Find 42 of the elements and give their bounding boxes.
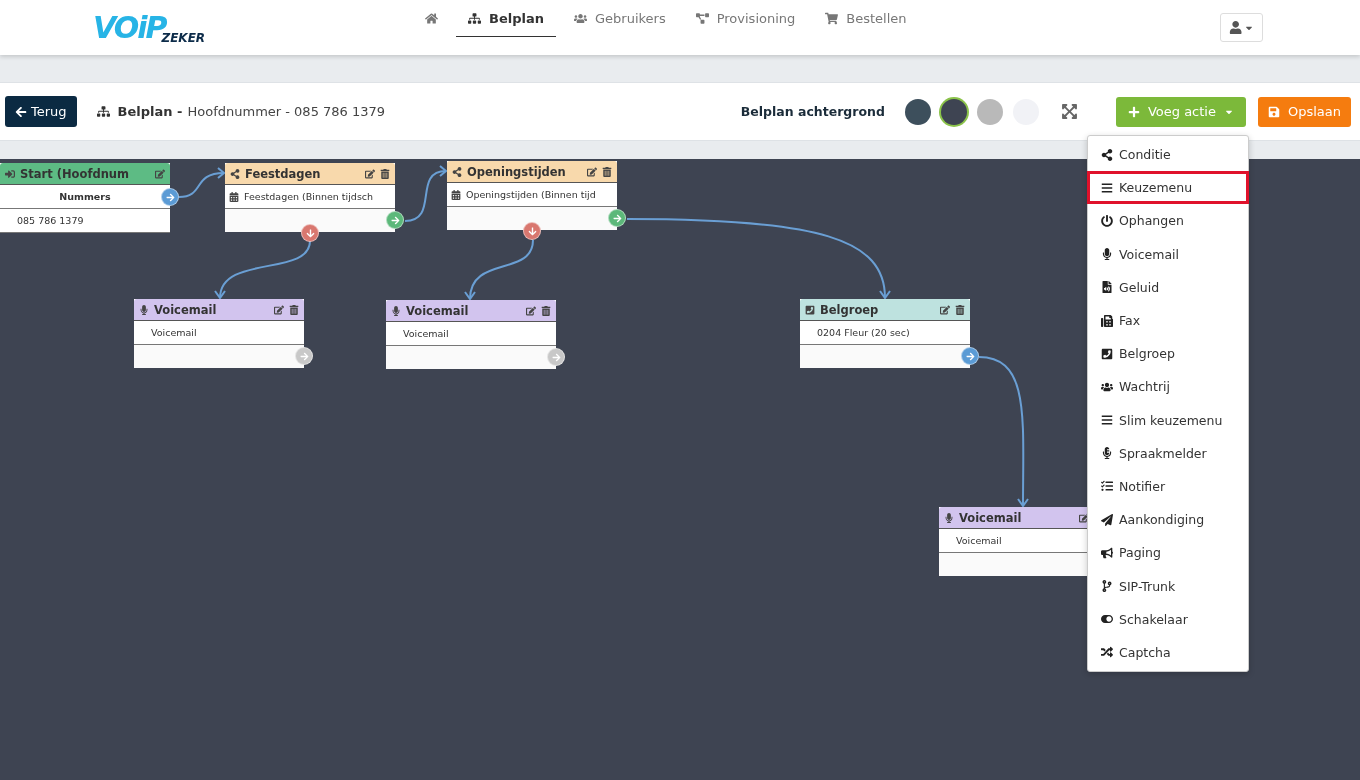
nav-link[interactable]: Belplan [456, 0, 556, 37]
node-row-text: Feestdagen (Binnen tijdsch [244, 191, 374, 202]
node-title: Openingstijden [467, 164, 567, 179]
flow-node[interactable]: Voicemail Voicemail [134, 299, 304, 368]
flow-node[interactable]: Feestdagen Feestdagen (Binnen tijdsch [225, 163, 395, 232]
node-row-text: Openingstijden (Binnen tijd [466, 189, 596, 200]
menu-item[interactable]: Belgroep [1087, 337, 1249, 371]
flow-node[interactable]: Belgroep 0204 Fleur (20 sec) [800, 299, 970, 368]
node-title: Feestdagen [245, 166, 322, 181]
node-row-text: Voicemail [403, 328, 449, 339]
node-title: Voicemail [959, 510, 1023, 525]
menu-item[interactable]: Voicemail [1087, 237, 1249, 271]
menu-item[interactable]: Geluid [1087, 270, 1249, 304]
node-row-text: Voicemail [956, 535, 1002, 546]
menu-item[interactable]: Conditie [1087, 138, 1249, 172]
menu-item[interactable]: Slim keuzemenu [1087, 403, 1249, 437]
node-title: Voicemail [406, 303, 470, 318]
node-row-text: Voicemail [151, 327, 197, 338]
menu-item[interactable]: Fax [1087, 303, 1249, 338]
menu-item[interactable]: Ophangen [1087, 204, 1249, 238]
nav-link[interactable]: Bestellen [813, 0, 919, 37]
node-row-text: Nummers [59, 191, 111, 202]
node-row-text: 0204 Fleur (20 sec) [817, 327, 910, 338]
node-title: Start (Hoofdnum [20, 166, 130, 181]
page-title: Belplan - [117, 104, 183, 119]
menu-item[interactable]: Notifier [1087, 469, 1249, 504]
flow-node[interactable]: Voicemail Voicemail [386, 300, 556, 369]
node-title: Belgroep [820, 302, 880, 317]
menu-item[interactable]: Spraakmelder [1087, 436, 1249, 470]
menu-item[interactable]: Schakelaar [1087, 602, 1249, 636]
menu-item[interactable]: Captcha [1087, 635, 1249, 669]
nav-link[interactable]: Provisioning [683, 0, 808, 37]
menu-item[interactable]: Wachtrij [1087, 370, 1249, 404]
menu-item[interactable]: Keuzemenu [1087, 171, 1249, 205]
node-title: Voicemail [154, 302, 218, 317]
flow-node[interactable]: Openingstijden Openingstijden (Binnen tijd [447, 161, 617, 230]
page-subtitle: Hoofdnummer - 085 786 1379 [187, 104, 386, 119]
node-row-text: 085 786 1379 [17, 215, 84, 226]
flow-node[interactable]: Start (Hoofdnum Nummers 085 786 1379 [0, 163, 170, 233]
back-button[interactable]: Terug [5, 96, 77, 127]
nav-link[interactable]: Gebruikers [562, 0, 678, 37]
background-label: Belplan achtergrond [740, 104, 885, 119]
